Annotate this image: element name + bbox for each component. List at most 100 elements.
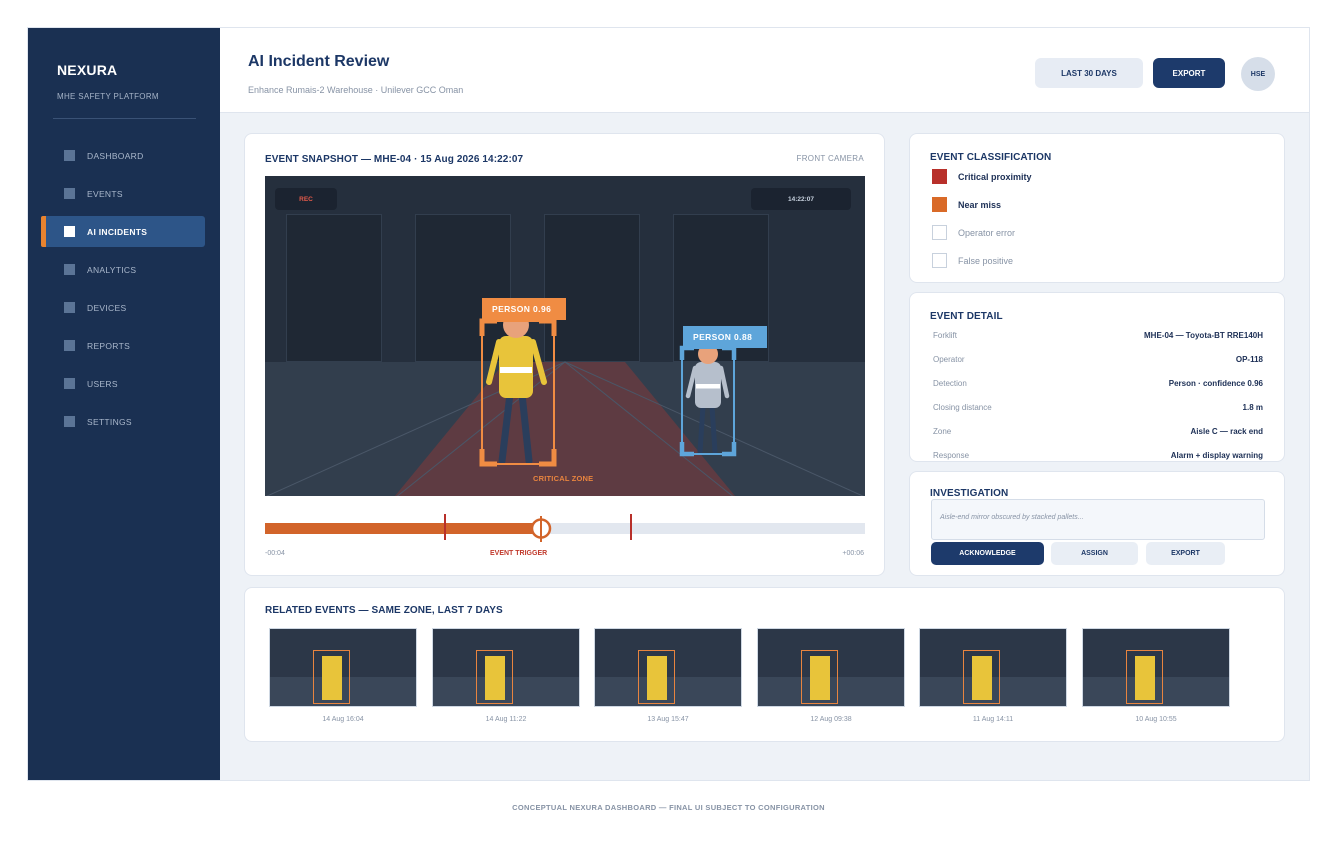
sidebar-item-label: ANALYTICS xyxy=(87,264,137,275)
checkbox-checked[interactable] xyxy=(932,169,947,184)
reports-icon xyxy=(64,340,75,351)
critical-zone-label: CRITICAL ZONE xyxy=(533,474,594,483)
camera-label: FRONT CAMERA xyxy=(796,154,864,163)
investigation-card: INVESTIGATION Aisle-end mirror obscured … xyxy=(909,471,1285,576)
sidebar-item-settings[interactable]: SETTINGS xyxy=(28,406,220,437)
classification-option[interactable]: False positive xyxy=(932,253,1013,268)
detail-title: EVENT DETAIL xyxy=(930,311,1003,322)
related-event-time: 10 Aug 10:55 xyxy=(1135,716,1177,723)
investigation-note-input[interactable]: Aisle-end mirror obscured by stacked pal… xyxy=(931,499,1265,540)
related-event-time: 13 Aug 15:47 xyxy=(647,716,689,723)
event-classification-card: EVENT CLASSIFICATION Critical proximity … xyxy=(909,133,1285,283)
timeline-end-label: +00:06 xyxy=(842,550,864,557)
sidebar-item-analytics[interactable]: ANALYTICS xyxy=(28,254,220,285)
sidebar-item-label: SETTINGS xyxy=(87,416,132,427)
sidebar-item-devices[interactable]: DEVICES xyxy=(28,292,220,323)
sidebar-item-ai-incidents[interactable]: AI INCIDENTS xyxy=(41,216,205,247)
acknowledge-button[interactable]: ACKNOWLEDGE xyxy=(931,542,1044,565)
event-timeline[interactable] xyxy=(265,514,865,544)
detail-key: Closing distance xyxy=(933,403,992,412)
sidebar-item-users[interactable]: USERS xyxy=(28,368,220,399)
related-event-time: 14 Aug 11:22 xyxy=(485,716,527,723)
camera-frame: REC 14:22:07 PERSON 0.96 PERSON 0.88 CRI… xyxy=(265,176,865,496)
footer-disclaimer: CONCEPTUAL NEXURA DASHBOARD — FINAL UI S… xyxy=(512,803,825,812)
detail-row: Closing distance 1.8 m xyxy=(933,403,1263,412)
event-trigger-label: EVENT TRIGGER xyxy=(490,550,548,557)
detail-key: Forklift xyxy=(933,331,957,340)
sidebar-item-label: EVENTS xyxy=(87,188,123,199)
ai-incidents-icon xyxy=(64,226,75,237)
related-event-thumbnail[interactable] xyxy=(269,628,417,707)
sidebar-item-label: DEVICES xyxy=(87,302,127,313)
classification-option[interactable]: Near miss xyxy=(932,197,1001,212)
page-header: AI Incident Review Enhance Rumais-2 Ware… xyxy=(220,28,1309,113)
investigation-export-button[interactable]: EXPORT xyxy=(1146,542,1225,565)
sidebar-nav: DASHBOARD EVENTS AI INCIDENTS ANALYTICS … xyxy=(28,140,220,444)
related-event-thumbnail[interactable] xyxy=(594,628,742,707)
detail-row: Response Alarm + display warning xyxy=(933,451,1263,460)
event-detail-card: EVENT DETAIL Forklift MHE-04 — Toyota-BT … xyxy=(909,292,1285,462)
brand-subtitle: MHE SAFETY PLATFORM xyxy=(57,92,159,101)
detail-key: Detection xyxy=(933,379,967,388)
detail-value: OP-118 xyxy=(1235,355,1263,364)
sidebar-item-events[interactable]: EVENTS xyxy=(28,178,220,209)
snapshot-title: EVENT SNAPSHOT — MHE-04 · 15 Aug 2026 14… xyxy=(265,154,524,165)
sidebar: NEXURA MHE SAFETY PLATFORM DASHBOARD EVE… xyxy=(28,28,220,780)
detail-key: Zone xyxy=(933,427,952,436)
users-icon xyxy=(64,378,75,389)
assign-button[interactable]: ASSIGN xyxy=(1051,542,1138,565)
sidebar-item-reports[interactable]: REPORTS xyxy=(28,330,220,361)
recording-indicator: REC xyxy=(275,188,337,210)
timeline-progress xyxy=(265,523,541,534)
timeline-start-label: -00:04 xyxy=(265,550,285,557)
settings-icon xyxy=(64,416,75,427)
sidebar-item-label: REPORTS xyxy=(87,340,131,351)
sidebar-divider xyxy=(53,118,196,119)
app-window: NEXURA MHE SAFETY PLATFORM DASHBOARD EVE… xyxy=(27,27,1310,781)
checkbox-unchecked[interactable] xyxy=(932,253,947,268)
detail-value: Person · confidence 0.96 xyxy=(1168,379,1263,388)
sidebar-item-label: DASHBOARD xyxy=(87,150,144,161)
related-event-time: 12 Aug 09:38 xyxy=(810,716,852,723)
related-event-thumbnail[interactable] xyxy=(1082,628,1230,707)
event-snapshot-card: EVENT SNAPSHOT — MHE-04 · 15 Aug 2026 14… xyxy=(244,133,885,576)
sidebar-item-label: USERS xyxy=(87,378,118,389)
analytics-icon xyxy=(64,264,75,275)
devices-icon xyxy=(64,302,75,313)
related-title: RELATED EVENTS — SAME ZONE, LAST 7 DAYS xyxy=(265,605,503,616)
scene-overlay xyxy=(266,312,864,496)
dashboard-icon xyxy=(64,150,75,161)
detail-key: Operator xyxy=(933,355,965,364)
investigation-title: INVESTIGATION xyxy=(930,488,1009,499)
checkbox-checked[interactable] xyxy=(932,197,947,212)
detail-row: Operator OP-118 xyxy=(933,355,1263,364)
classification-option[interactable]: Critical proximity xyxy=(932,169,1032,184)
related-event-time: 11 Aug 14:11 xyxy=(972,716,1014,723)
events-icon xyxy=(64,188,75,199)
brand-logo: NEXURA xyxy=(57,62,118,78)
detection-label-1: PERSON 0.96 xyxy=(482,298,566,320)
classification-label: Near miss xyxy=(958,199,1002,210)
classification-option[interactable]: Operator error xyxy=(932,225,1015,240)
detection-label-2: PERSON 0.88 xyxy=(683,326,767,348)
page-title: AI Incident Review xyxy=(248,53,390,70)
classification-label: False positive xyxy=(958,255,1014,266)
related-event-thumbnail[interactable] xyxy=(432,628,580,707)
checkbox-unchecked[interactable] xyxy=(932,225,947,240)
related-events-card: RELATED EVENTS — SAME ZONE, LAST 7 DAYS … xyxy=(244,587,1285,742)
classification-label: Operator error xyxy=(958,227,1016,238)
sidebar-item-dashboard[interactable]: DASHBOARD xyxy=(28,140,220,171)
detail-value: Alarm + display warning xyxy=(1170,451,1263,460)
person-figure-2 xyxy=(685,344,730,455)
related-event-thumbnail[interactable] xyxy=(757,628,905,707)
page-subtitle: Enhance Rumais-2 Warehouse · Unilever GC… xyxy=(248,85,464,95)
avatar[interactable]: HSE xyxy=(1241,57,1275,91)
classification-label: Critical proximity xyxy=(958,171,1032,182)
related-event-thumbnail[interactable] xyxy=(919,628,1067,707)
detail-value: 1.8 m xyxy=(1242,403,1263,412)
detail-value: Aisle C — rack end xyxy=(1190,427,1263,436)
detail-row: Forklift MHE-04 — Toyota-BT RRE140H xyxy=(933,331,1263,340)
date-range-button[interactable]: LAST 30 DAYS xyxy=(1035,58,1143,88)
export-button[interactable]: EXPORT xyxy=(1153,58,1225,88)
timestamp-overlay: 14:22:07 xyxy=(751,188,851,210)
